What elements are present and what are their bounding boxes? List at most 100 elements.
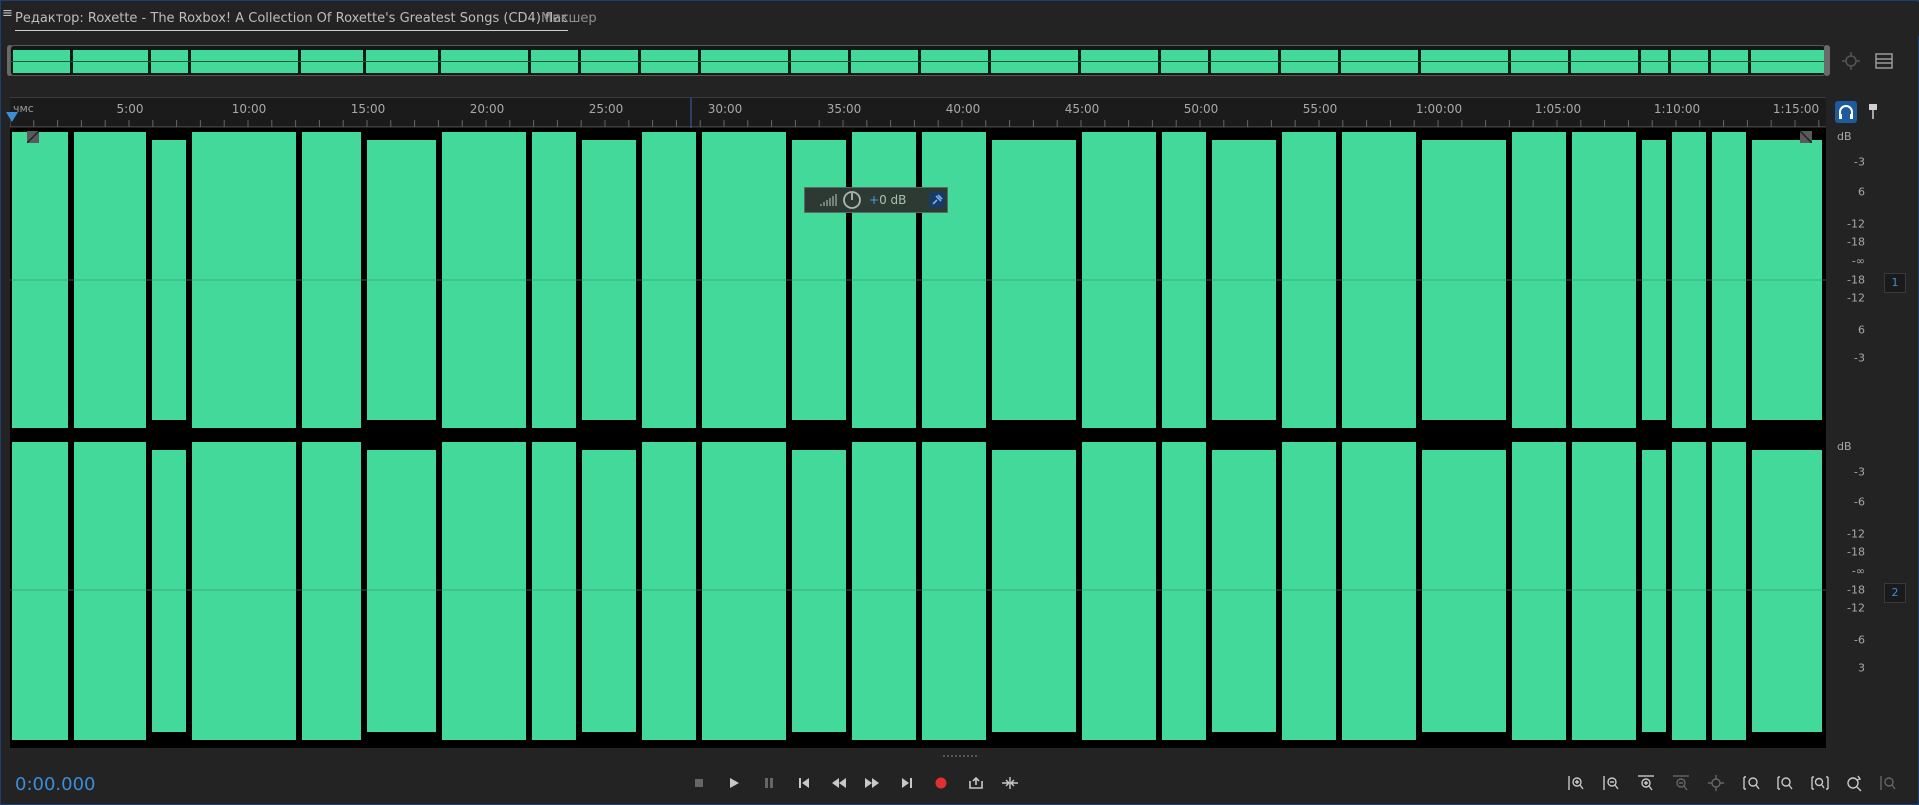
- skip-selection-icon: [1002, 777, 1018, 789]
- fast-forward-icon: [865, 778, 879, 788]
- overview-waveform: [11, 50, 1825, 73]
- zoom-extra-button[interactable]: [1875, 771, 1901, 795]
- tab-mixer[interactable]: Микшер: [541, 11, 597, 26]
- ch2-waveform-segment: [1282, 442, 1336, 740]
- ruler-tick-label: 1:00:00: [1415, 102, 1463, 116]
- zoom-out-full-icon: [1708, 775, 1724, 791]
- skip-to-start-icon: [799, 778, 809, 788]
- volume-knob-icon[interactable]: [842, 190, 862, 210]
- amplitude-hud[interactable]: +0 dB: [804, 187, 948, 213]
- panel-menu-icon[interactable]: [1874, 51, 1894, 71]
- zoom-to-selection-button[interactable]: [1807, 771, 1833, 795]
- fade-in-handle-icon[interactable]: [27, 131, 39, 143]
- ch2-waveform-segment: [702, 442, 786, 740]
- zoom-out-amplitude-button[interactable]: [1598, 771, 1624, 795]
- ch2-waveform-segment: [992, 450, 1076, 732]
- zoom-extra-icon: [1880, 776, 1896, 790]
- zoom-in-time-button[interactable]: [1633, 771, 1659, 795]
- zoom-out-full-button[interactable]: [1703, 771, 1729, 795]
- ch2-waveform-segment: [642, 442, 696, 740]
- ch2-db-unit: dB: [1837, 440, 1852, 453]
- waveform-channels: [10, 132, 1826, 740]
- ruler-tick-label: 35:00: [826, 102, 862, 116]
- ch2-waveform-segment: [12, 442, 68, 740]
- hud-plus-sign: +: [869, 193, 880, 207]
- play-button[interactable]: [721, 771, 747, 795]
- hud-value[interactable]: +0 dB: [869, 193, 906, 207]
- skip-selection-button[interactable]: [997, 771, 1023, 795]
- ch2-waveform-segment: [1642, 450, 1666, 732]
- editor-window: Редактор: Roxette - The Roxbox! A Collec…: [0, 0, 1919, 805]
- ch1-db-label: 6: [1858, 323, 1865, 337]
- zoom-in-at-end-icon: [1777, 776, 1793, 790]
- ch2-waveform-segment: [1342, 442, 1416, 740]
- ch2-db-label: -12: [1847, 527, 1865, 541]
- ruler-tick-label: 25:00: [588, 102, 624, 116]
- play-icon: [730, 778, 739, 788]
- ch2-waveform-segment: [1082, 442, 1156, 740]
- ch2-waveform-segment: [532, 442, 576, 740]
- time-ruler[interactable]: чмс 5:00 10:00 15:00 20:00 25:00 30:00 35:00 40…: [10, 97, 1826, 128]
- zoom-out-amplitude-icon: [1603, 776, 1619, 790]
- channel-2-badge[interactable]: 2: [1884, 583, 1906, 603]
- ch2-waveform-segment: [74, 442, 146, 740]
- ch2-waveform-segment: [442, 442, 526, 740]
- fast-forward-button[interactable]: [859, 771, 885, 795]
- pause-icon: [765, 778, 773, 788]
- headphones-button[interactable]: [1835, 101, 1857, 123]
- ch1-db-label: 6: [1858, 185, 1865, 199]
- stop-icon: [695, 779, 703, 787]
- channel-separator: [10, 430, 1826, 438]
- zoom-in-amplitude-button[interactable]: [1563, 771, 1589, 795]
- ch2-waveform-segment: [1162, 442, 1206, 740]
- ch2-waveform-segment: [1672, 442, 1706, 740]
- tab-editor[interactable]: Редактор: Roxette - The Roxbox! A Collec…: [15, 11, 569, 31]
- ch2-waveform-segment: [922, 442, 986, 740]
- skip-to-end-button[interactable]: [894, 771, 920, 795]
- waveform-display[interactable]: [10, 128, 1826, 748]
- ch2-waveform-segment: [1212, 450, 1276, 732]
- zoom-to-selection-icon: [1811, 776, 1829, 790]
- ch2-waveform-segment: [792, 450, 846, 732]
- zoom-reset-button[interactable]: [1841, 771, 1867, 795]
- skip-to-end-icon: [902, 778, 912, 788]
- channel-1-badge[interactable]: 1: [1884, 273, 1906, 293]
- ruler-tick-label: 45:00: [1064, 102, 1100, 116]
- current-time-display[interactable]: 0:00.000: [15, 774, 96, 795]
- zoom-out-time-button[interactable]: [1668, 771, 1694, 795]
- marker-pin-icon[interactable]: [1866, 102, 1880, 120]
- ch2-db-label: -18: [1847, 545, 1865, 559]
- tab-menu-icon[interactable]: ≡: [2, 6, 13, 21]
- playhead-marker-icon[interactable]: [5, 111, 19, 123]
- zoom-in-at-start-icon: [1743, 776, 1760, 790]
- rewind-button[interactable]: [826, 771, 852, 795]
- panel-resize-grip[interactable]: [941, 753, 981, 759]
- ch2-waveform-segment: [852, 442, 916, 740]
- pause-button[interactable]: [756, 771, 782, 795]
- overview-right-handle[interactable]: [1824, 45, 1830, 76]
- ch2-db-label: -3: [1854, 465, 1865, 479]
- ch1-db-label: -12: [1847, 217, 1865, 231]
- ch2-waveform-segment: [1512, 442, 1566, 740]
- fade-out-handle-icon[interactable]: [1800, 131, 1812, 143]
- ruler-tick-label: 1:15:00: [1772, 102, 1820, 116]
- ch1-db-label: -18: [1847, 273, 1865, 287]
- ch2-db-label: -12: [1847, 601, 1865, 615]
- zoom-in-at-end-button[interactable]: [1772, 771, 1798, 795]
- stop-button[interactable]: [686, 771, 712, 795]
- zoom-reset-icon: [1847, 775, 1862, 792]
- ruler-tick-label: 10:00: [231, 102, 267, 116]
- zoom-navigator-icon[interactable]: [1841, 51, 1861, 71]
- ch2-db-label: -6: [1854, 495, 1865, 509]
- record-button[interactable]: [928, 771, 954, 795]
- skip-to-start-button[interactable]: [791, 771, 817, 795]
- amplitude-scale[interactable]: dB dB -3 6 -12 -18 -∞ -18 -12 6 -3 -3 -6 -12 -18 -∞ -1…: [1829, 128, 1879, 748]
- zoom-in-at-start-button[interactable]: [1738, 771, 1764, 795]
- ch2-waveform-segment: [1422, 450, 1506, 732]
- loop-playback-button[interactable]: [963, 771, 989, 795]
- waveform-overview[interactable]: [10, 45, 1826, 76]
- ch2-db-label: -6: [1854, 633, 1865, 647]
- zoom-in-time-icon: [1638, 775, 1654, 791]
- hud-pin-icon[interactable]: [929, 192, 945, 208]
- ch2-waveform-segment: [1712, 442, 1746, 740]
